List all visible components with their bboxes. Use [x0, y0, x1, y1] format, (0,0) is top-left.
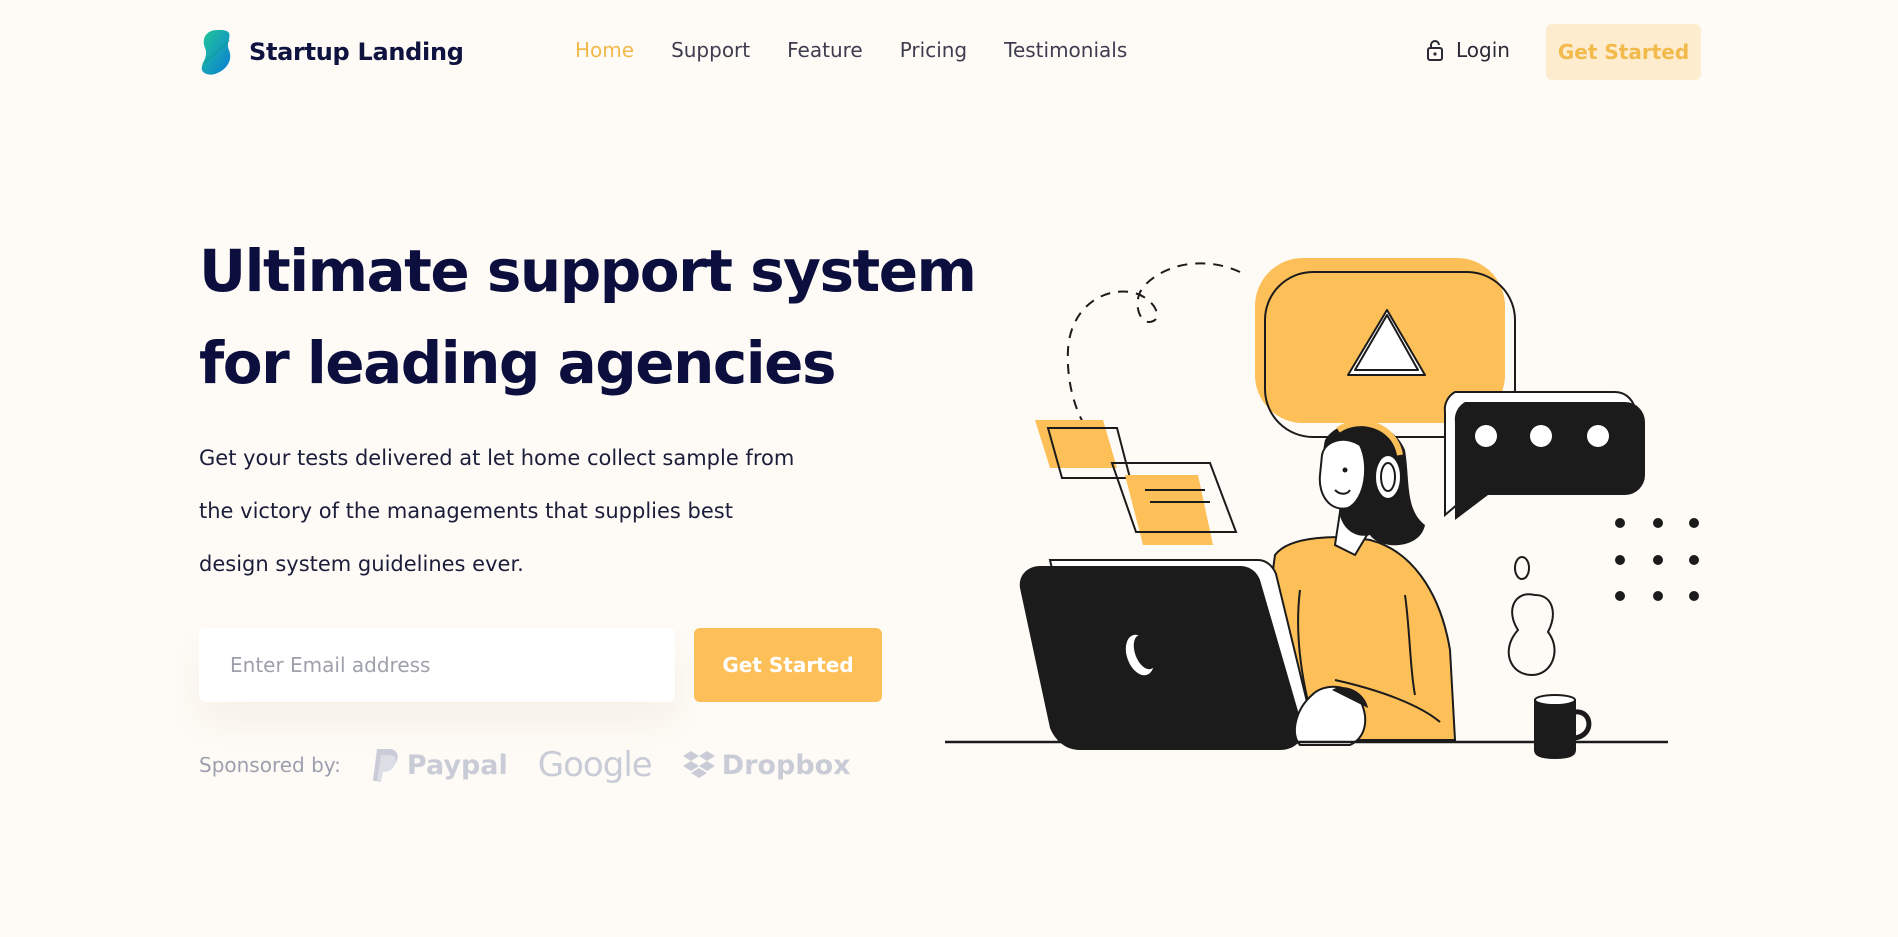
hero-description-line-2: the victory of the managements that supp… — [199, 499, 733, 523]
google-label: Google — [537, 745, 653, 785]
hero-description-line-3: design system guidelines ever. — [199, 552, 524, 576]
laptop — [1019, 566, 1303, 750]
hero-description-line-1: Get your tests delivered at let home col… — [199, 446, 795, 470]
nav-item-feature[interactable]: Feature — [787, 38, 863, 62]
paypal-label: Paypal — [406, 749, 508, 781]
brand-name: Startup Landing — [249, 38, 464, 66]
paypal-logo: Paypal — [371, 747, 508, 783]
card-2 — [1125, 475, 1213, 545]
person-face — [1318, 438, 1367, 510]
hero-title: Ultimate support system for leading agen… — [199, 225, 977, 409]
mug — [1534, 699, 1576, 760]
chat-bubble — [1454, 402, 1645, 520]
sponsors-row: Sponsored by: Paypal Google Dropbox — [199, 745, 881, 785]
lock-icon — [1427, 40, 1443, 61]
nav-item-pricing[interactable]: Pricing — [900, 38, 967, 62]
paypal-icon — [372, 749, 398, 782]
sponsors-label: Sponsored by: — [199, 753, 341, 777]
support-agent-illustration — [945, 258, 1699, 760]
dots-grid — [1615, 518, 1699, 601]
brand-logo[interactable]: Startup Landing — [199, 28, 464, 76]
header-get-started-button[interactable]: Get Started — [1546, 24, 1701, 80]
dropbox-logo: Dropbox — [682, 750, 851, 781]
hero-description: Get your tests delivered at let home col… — [199, 432, 819, 591]
email-input[interactable] — [199, 628, 675, 702]
google-logo: Google — [537, 745, 653, 785]
hero-get-started-button[interactable]: Get Started — [694, 628, 882, 702]
site-header: Startup Landing Home Support Feature Pri… — [0, 0, 1898, 105]
nav-item-support[interactable]: Support — [671, 38, 750, 62]
dropbox-label: Dropbox — [721, 749, 851, 781]
nav-item-home[interactable]: Home — [575, 38, 634, 62]
hero-title-line-2: for leading agencies — [199, 329, 837, 397]
leaf-logo-icon — [201, 30, 231, 75]
login-link[interactable]: Login — [1426, 38, 1510, 62]
main-nav: Home Support Feature Pricing Testimonial… — [575, 38, 1164, 62]
nav-item-testimonials[interactable]: Testimonials — [1004, 38, 1127, 62]
hero-title-line-1: Ultimate support system — [199, 237, 977, 305]
login-label: Login — [1456, 38, 1510, 62]
dropbox-icon — [682, 751, 715, 778]
